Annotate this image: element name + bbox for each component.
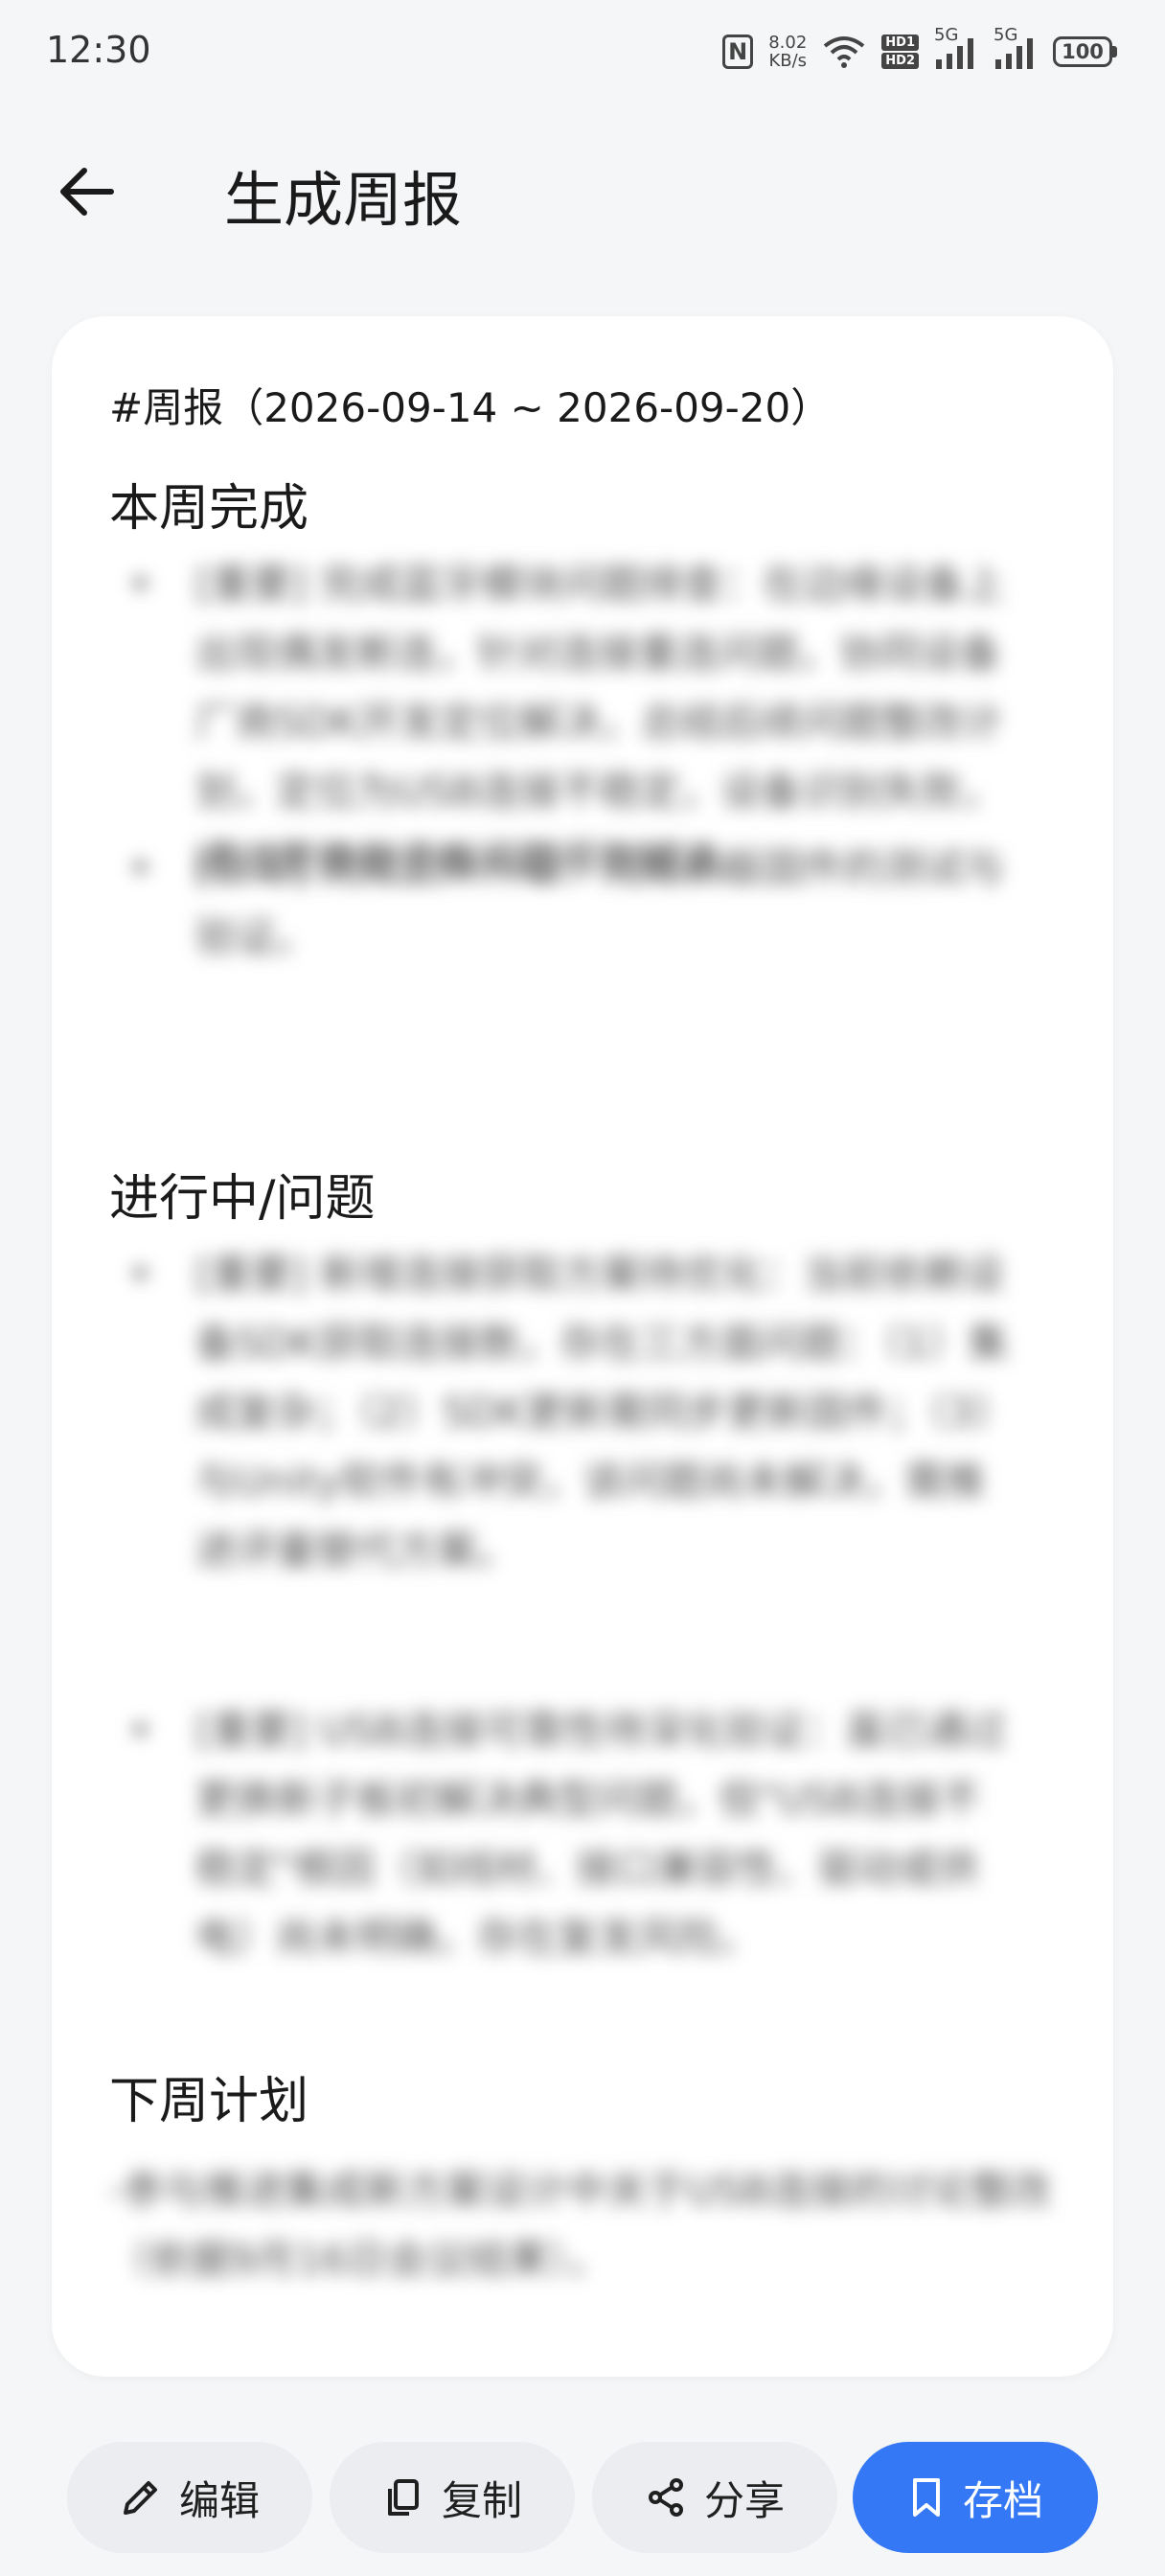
list-item-text: [重要] 新增连接获取方案待优化：当前依赖设备SDK获取连接数，存在三方面问题：… [195,1251,1014,1574]
wifi-icon [822,34,866,69]
network-speed-unit: KB/s [768,51,808,71]
network-speed-value: 8.02 [768,33,808,53]
list-bullet: • [128,1251,152,1298]
status-bar: 12:30 N 8.02 KB/s HD1 HD2 5G 5G 100 [0,0,1165,105]
report-card: #周报（2026-09-14 ~ 2026-09-20） 本周完成 • [重要]… [52,316,1113,2377]
battery-level: 100 [1053,36,1112,67]
battery-icon: 100 [1053,36,1117,67]
back-button[interactable] [50,155,123,228]
share-icon [648,2478,683,2517]
page-title: 生成周报 [224,165,463,235]
hd2-label: HD2 [881,53,919,69]
list-item: • [重要] USB连接可靠性待深化验证：虽已通过更换新子板初解决典型问题，但"… [128,1696,1067,2003]
archive-button[interactable]: 存档 [853,2442,1098,2553]
list-item-text: [重要] USB连接可靠性待深化验证：虽已通过更换新子板初解决典型问题，但"US… [195,1707,1007,1961]
section-title-in-progress: 进行中/问题 [109,1170,376,1228]
list-item: • [重要] 完成蓝牙模块问题排查：在边缘设备上出现偶发断连，针对连接重连问题，… [128,550,1067,884]
signal-icon-1: 5G [934,25,978,71]
section-title-completed: 本周完成 [109,480,309,538]
status-icons: N 8.02 KB/s HD1 HD2 5G 5G 100 [722,25,1117,77]
signal-icon-2: 5G [994,25,1038,71]
hd-volte-icon: HD1 HD2 [881,34,919,69]
battery-tip [1112,46,1117,58]
hd1-label: HD1 [881,34,919,51]
list-item-text: [日常] 完成固件升级：完成新版固件的测试与验证。 [195,844,1005,960]
pencil-icon [123,2481,157,2515]
share-button-label: 分享 [703,2476,785,2524]
status-time: 12:30 [46,29,151,71]
arrow-left-icon [60,168,114,216]
bookmark-icon [912,2478,940,2517]
list-item-text: -参与推进集成新方案设计中关于USB连接的讨论整改（依据9月16日会议结果）。 [109,2167,1052,2283]
bottom-action-bar: 编辑 复制 分享 存档 [0,2442,1165,2553]
header: 生成周报 [0,134,1165,249]
list-item: -参与推进集成新方案设计中关于USB连接的讨论整改（依据9月16日会议结果）。 [109,2156,1067,2319]
archive-button-label: 存档 [962,2476,1043,2524]
list-item: • [重要] 新增连接获取方案待优化：当前依赖设备SDK获取连接数，存在三方面问… [128,1240,1067,1652]
edit-button[interactable]: 编辑 [67,2442,312,2553]
list-item: • [日常] 完成固件升级：完成新版固件的测试与验证。 [128,834,1067,968]
list-bullet: • [128,561,152,608]
nfc-icon: N [722,34,754,69]
section-title-next-week: 下周计划 [109,2073,309,2130]
network-speed: 8.02 KB/s [768,34,807,70]
share-button[interactable]: 分享 [592,2442,837,2553]
signal-gen-2: 5G [994,25,1018,45]
signal-gen-1: 5G [934,25,959,45]
copy-icon [387,2479,419,2516]
list-bullet: • [128,1707,152,1754]
copy-button[interactable]: 复制 [330,2442,575,2553]
list-bullet: • [128,844,152,891]
report-heading: #周报（2026-09-14 ~ 2026-09-20） [109,384,832,431]
edit-button-label: 编辑 [178,2476,260,2524]
copy-button-label: 复制 [441,2476,522,2524]
